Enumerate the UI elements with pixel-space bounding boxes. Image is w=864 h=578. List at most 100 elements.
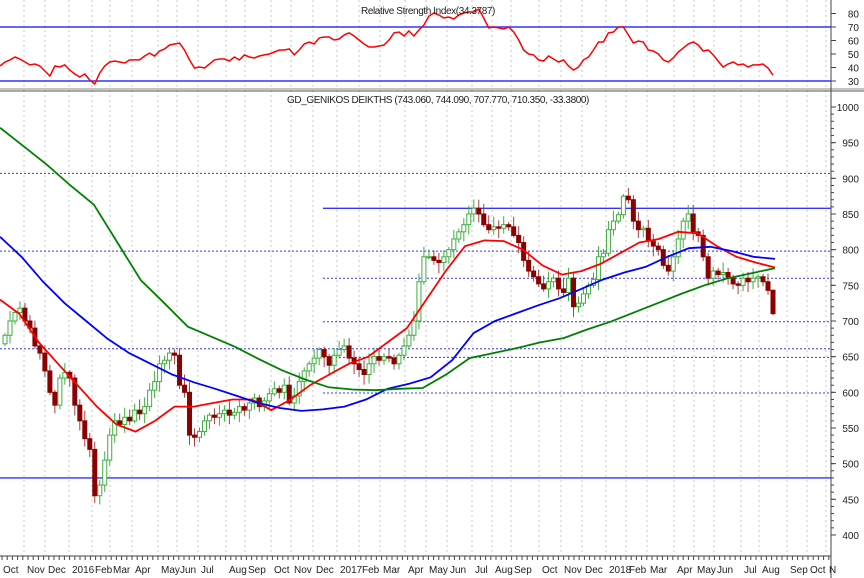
- candle-down: [770, 289, 776, 316]
- candle-body: [426, 256, 432, 259]
- candle-body: [615, 214, 621, 222]
- candle-body: [306, 363, 312, 372]
- candle-body: [167, 352, 173, 361]
- candle-body: [187, 391, 193, 436]
- x-tick-label: Feb: [629, 565, 647, 576]
- x-tick-label: May: [161, 565, 180, 576]
- candle-body: [670, 256, 676, 272]
- candle-body: [366, 363, 372, 375]
- x-tick-label: Apr: [135, 565, 151, 576]
- candle-body: [421, 256, 427, 283]
- candle-body: [211, 414, 217, 418]
- candle-body: [650, 240, 656, 247]
- candle-body: [356, 363, 362, 370]
- x-tick-label: Dec: [585, 565, 603, 576]
- x-tick-label: Sep: [514, 565, 532, 576]
- candle-body: [486, 224, 492, 231]
- candle-body: [416, 281, 422, 322]
- candle-body: [92, 448, 98, 497]
- candle-body: [216, 413, 222, 418]
- candle-body: [770, 289, 776, 315]
- x-tick-label: Oct: [542, 565, 558, 576]
- candle-body: [182, 384, 188, 393]
- candle-body: [491, 226, 497, 231]
- candle-body: [526, 259, 532, 272]
- candle-body: [690, 213, 696, 233]
- candle-body: [391, 357, 397, 365]
- candle-body: [241, 406, 247, 411]
- candle-body: [321, 349, 327, 358]
- rsi-y-tick-label: 30: [848, 77, 860, 88]
- candle-body: [326, 356, 332, 366]
- candle-body: [680, 220, 686, 240]
- candle-body: [376, 356, 382, 361]
- rsi-y-tick-label: 40: [848, 64, 860, 75]
- x-tick-label: Aug: [762, 565, 780, 576]
- candle-body: [361, 368, 367, 375]
- candle-body: [231, 411, 237, 416]
- x-tick-label: Apr: [677, 565, 693, 576]
- candle-body: [192, 434, 198, 438]
- candle-body: [401, 345, 407, 356]
- candle-body: [610, 220, 616, 231]
- candle-body: [750, 277, 756, 283]
- candle-body: [531, 270, 537, 278]
- candle-body: [411, 320, 417, 336]
- candle-body: [177, 354, 183, 386]
- candle-body: [311, 357, 317, 365]
- y-tick-label: 950: [842, 139, 859, 150]
- candle-body: [580, 293, 586, 304]
- x-tick-label: Sep: [790, 565, 808, 576]
- candle-body: [172, 352, 178, 356]
- candle-body: [371, 356, 377, 365]
- candle-body: [196, 431, 202, 438]
- candle-body: [236, 406, 242, 413]
- candle-body: [276, 388, 282, 393]
- x-tick-label: Mar: [650, 565, 668, 576]
- candle-body: [381, 356, 387, 361]
- candle-body: [740, 277, 746, 286]
- candle-body: [431, 256, 437, 261]
- candle-body: [640, 227, 646, 231]
- x-tick-label: Nov: [27, 565, 45, 576]
- y-tick-label: 450: [842, 495, 859, 506]
- candle-body: [221, 409, 227, 415]
- candle-body: [132, 409, 138, 422]
- x-tick-label: Jul: [201, 565, 214, 576]
- candle-body: [77, 404, 83, 422]
- candle-body: [710, 270, 716, 279]
- candle-body: [715, 270, 721, 276]
- candle-body: [137, 409, 143, 415]
- y-tick-label: 500: [842, 460, 859, 471]
- candle-body: [162, 359, 168, 365]
- candle-body: [735, 283, 741, 286]
- candle-body: [102, 459, 108, 486]
- candle-body: [466, 213, 472, 226]
- x-tick-label: Nov: [294, 565, 312, 576]
- x-tick-label: Jun: [450, 565, 466, 576]
- candle-body: [446, 249, 452, 258]
- y-tick-label: 900: [842, 174, 859, 185]
- candle-body: [546, 281, 552, 290]
- y-tick-label: 800: [842, 246, 859, 257]
- x-tick-label: Dec: [316, 565, 334, 576]
- candle-body: [336, 349, 342, 356]
- y-tick-label: 700: [842, 317, 859, 328]
- x-tick-label: Aug: [495, 565, 513, 576]
- candle-body: [675, 238, 681, 258]
- x-tick-label: Feb: [362, 565, 380, 576]
- candle-body: [461, 224, 467, 233]
- candle-body: [745, 277, 751, 283]
- candle-body: [206, 414, 212, 422]
- candle-body: [551, 277, 557, 283]
- candle-up: [57, 374, 63, 410]
- candle-body: [760, 276, 766, 283]
- x-tick-label: Dec: [48, 565, 66, 576]
- candle-body: [226, 409, 232, 416]
- y-tick-label: 850: [842, 210, 859, 221]
- candle-body: [481, 213, 487, 226]
- candle-body: [271, 388, 277, 395]
- candle-body: [645, 227, 651, 242]
- rsi-y-tick-label: 50: [848, 50, 860, 61]
- candle-body: [665, 264, 671, 272]
